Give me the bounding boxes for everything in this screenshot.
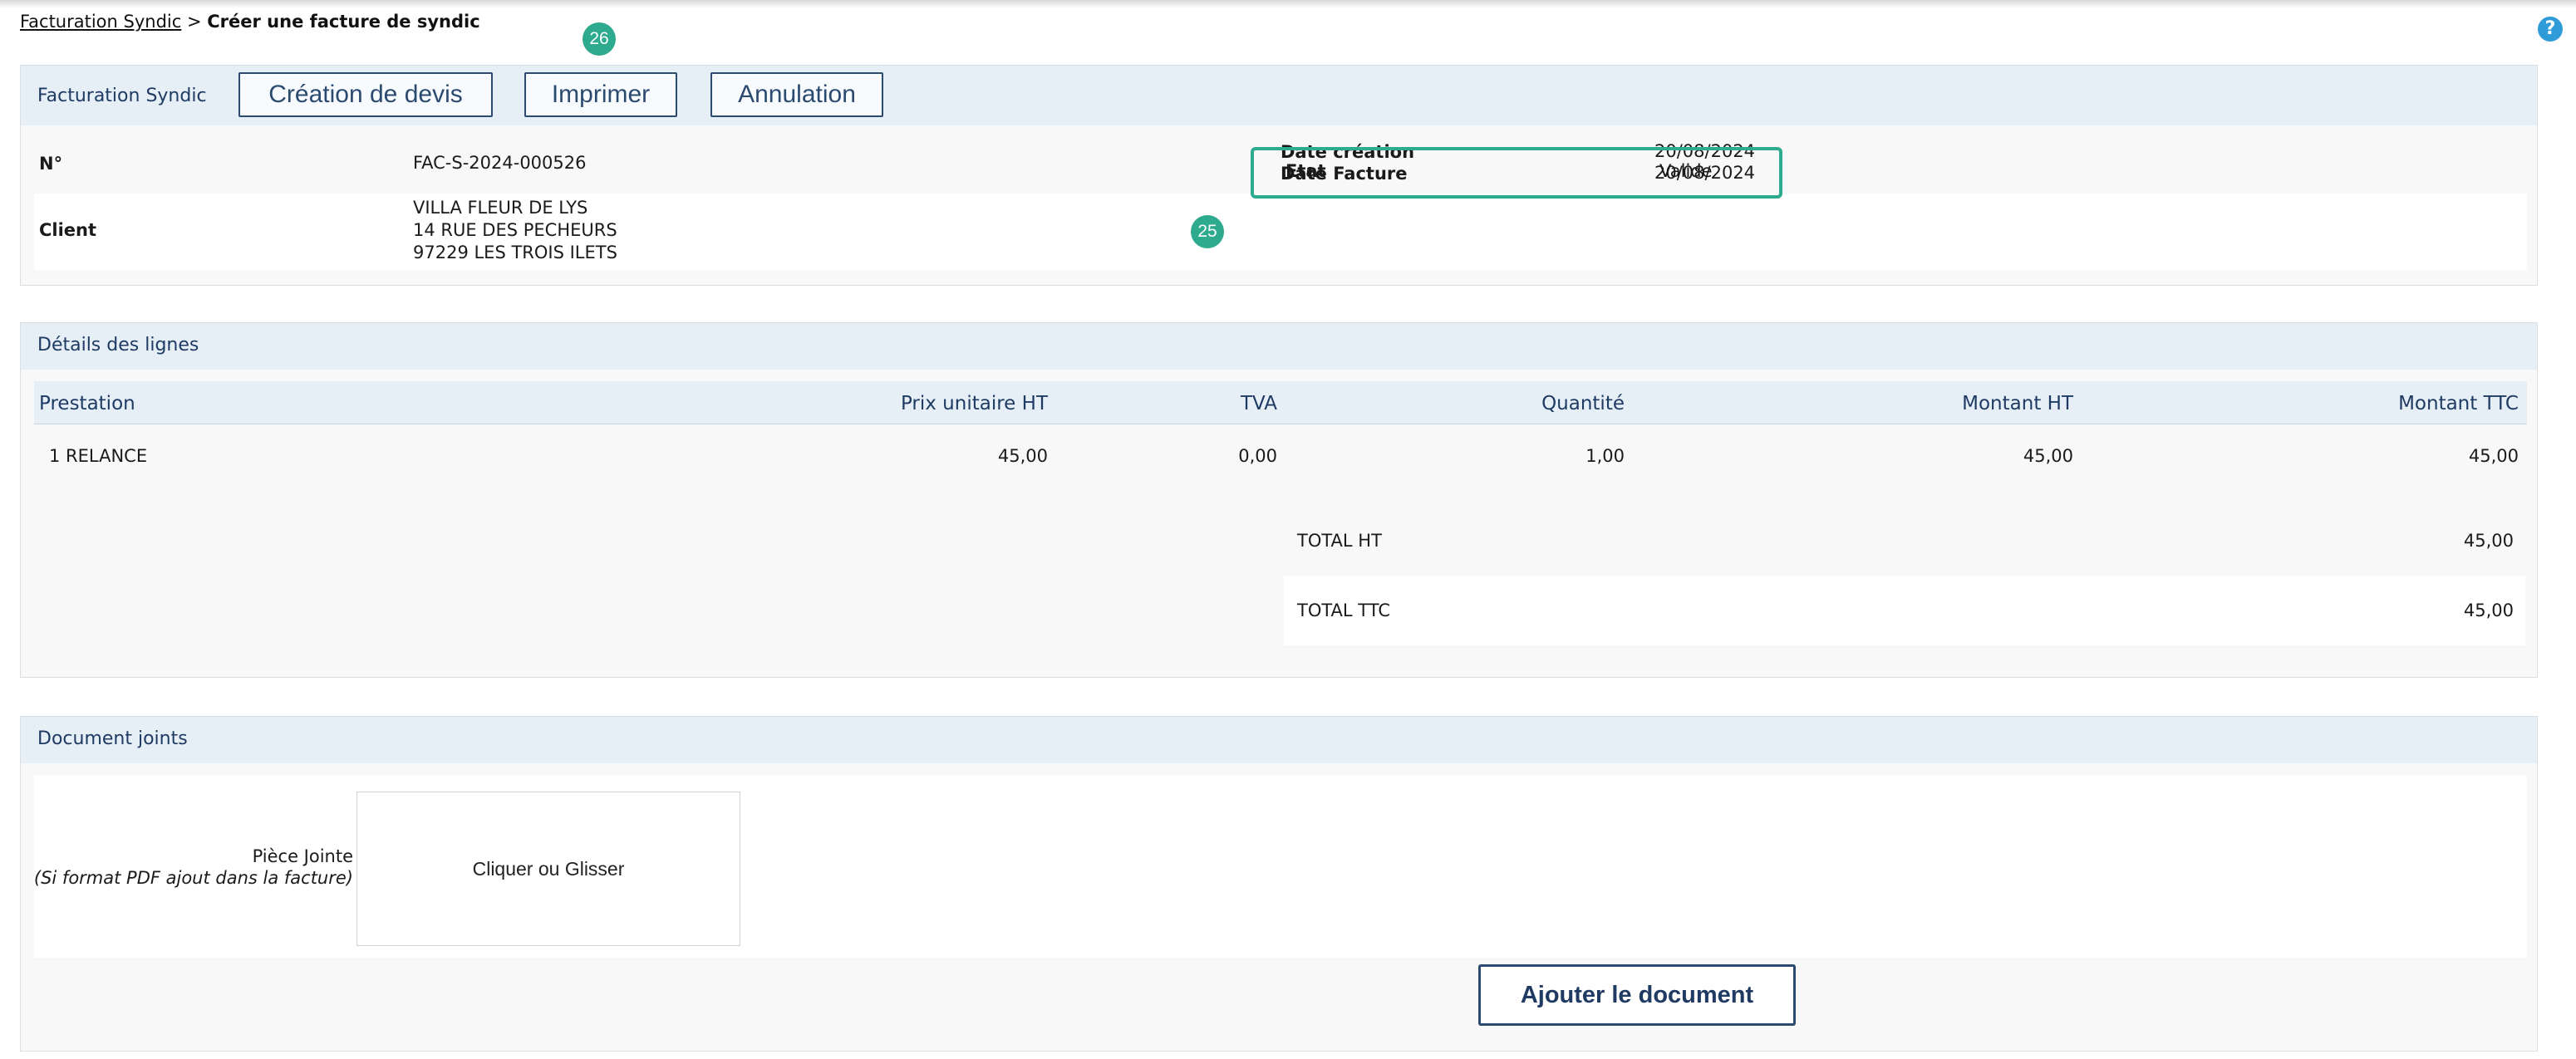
breadcrumb-current: Créer une facture de syndic <box>207 12 480 32</box>
facture-panel-header: Facturation Syndic Création de devis Imp… <box>21 66 2537 125</box>
docs-panel-title: Document joints <box>37 728 188 749</box>
lines-panel-header: Détails des lignes <box>21 323 2537 370</box>
cell-montant-ht: 45,00 <box>2023 446 2073 466</box>
col-header-tva: TVA <box>1240 393 1277 414</box>
col-header-prestation: Prestation <box>39 393 135 414</box>
total-ttc-row: TOTAL TTC 45,00 <box>1284 576 2525 645</box>
top-shadow <box>0 0 2576 8</box>
facture-panel-title: Facturation Syndic <box>37 86 207 106</box>
lines-panel: Détails des lignes Prestation Prix unita… <box>20 322 2538 678</box>
cell-tva: 0,00 <box>1238 446 1277 466</box>
col-header-prix: Prix unitaire HT <box>900 393 1048 414</box>
file-dropzone[interactable]: Cliquer ou Glisser <box>356 792 740 946</box>
marker-badge-imprimer: 26 <box>583 22 616 56</box>
client-address-line3: 97229 LES TROIS ILETS <box>413 243 617 262</box>
etat-value: Valide <box>1659 161 1713 181</box>
facture-panel: Facturation Syndic Création de devis Imp… <box>20 65 2538 286</box>
table-row: 1 RELANCE 45,00 0,00 1,00 45,00 45,00 <box>34 424 2527 494</box>
total-ht-row: TOTAL HT 45,00 <box>1284 507 2525 576</box>
lines-table-header: Prestation Prix unitaire HT TVA Quantité… <box>34 381 2527 424</box>
total-ttc-label: TOTAL TTC <box>1297 601 1391 620</box>
docs-panel-header: Document joints <box>21 717 2537 763</box>
help-icon[interactable]: ? <box>2538 17 2563 42</box>
client-address-line2: 14 RUE DES PECHEURS <box>413 220 617 240</box>
numero-value: FAC-S-2024-000526 <box>413 153 587 173</box>
marker-badge-etat: 25 <box>1191 215 1224 248</box>
cell-montant-ttc: 45,00 <box>2468 446 2519 466</box>
imprimer-button[interactable]: Imprimer <box>524 72 677 117</box>
client-address-line1: VILLA FLEUR DE LYS <box>413 198 588 218</box>
cell-quantite: 1,00 <box>1585 446 1625 466</box>
ajouter-document-button[interactable]: Ajouter le document <box>1478 964 1796 1026</box>
annulation-button[interactable]: Annulation <box>710 72 883 117</box>
lines-panel-title: Détails des lignes <box>37 335 199 355</box>
etat-label: Etat <box>1286 161 1326 181</box>
col-header-montant-ht: Montant HT <box>1962 393 2073 414</box>
breadcrumb-separator: > <box>181 12 208 32</box>
etat-field-highlight: Etat Valide <box>1251 147 1782 199</box>
creation-devis-button[interactable]: Création de devis <box>238 72 493 117</box>
docs-panel: Document joints Pièce Jointe (Si format … <box>20 716 2538 1052</box>
piece-jointe-label: Pièce Jointe <box>252 846 353 866</box>
col-header-quantite: Quantité <box>1541 393 1625 414</box>
piece-jointe-hint: (Si format PDF ajout dans la facture) <box>33 868 353 888</box>
client-row: Client VILLA FLEUR DE LYS 14 RUE DES PEC… <box>34 194 2527 270</box>
total-ttc-value: 45,00 <box>2463 601 2514 620</box>
col-header-montant-ttc: Montant TTC <box>2398 393 2519 414</box>
cell-prestation: 1 RELANCE <box>49 446 148 466</box>
cell-prix: 45,00 <box>997 446 1048 466</box>
total-ht-value: 45,00 <box>2463 531 2514 551</box>
numero-label: N° <box>39 154 63 174</box>
client-label: Client <box>39 220 97 240</box>
breadcrumb-link-facturation[interactable]: Facturation Syndic <box>20 12 181 32</box>
breadcrumb: Facturation Syndic > Créer une facture d… <box>20 12 480 32</box>
total-ht-label: TOTAL HT <box>1297 531 1382 551</box>
